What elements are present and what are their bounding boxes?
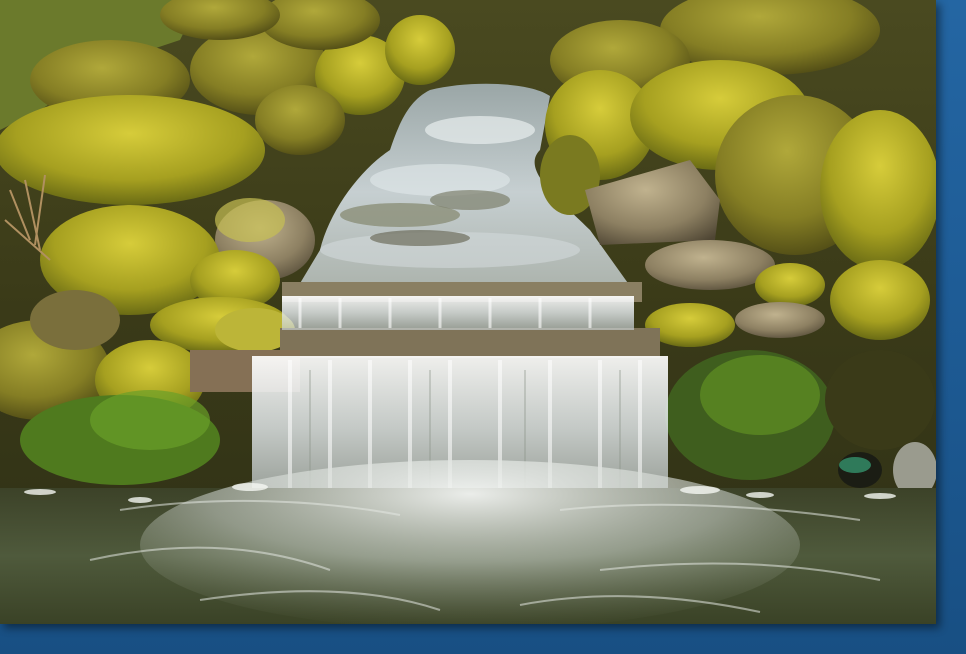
upper-cascade [282, 296, 634, 330]
picture-frame [0, 0, 966, 654]
middle-ledge [280, 328, 660, 358]
waterfall-photo [0, 0, 936, 624]
